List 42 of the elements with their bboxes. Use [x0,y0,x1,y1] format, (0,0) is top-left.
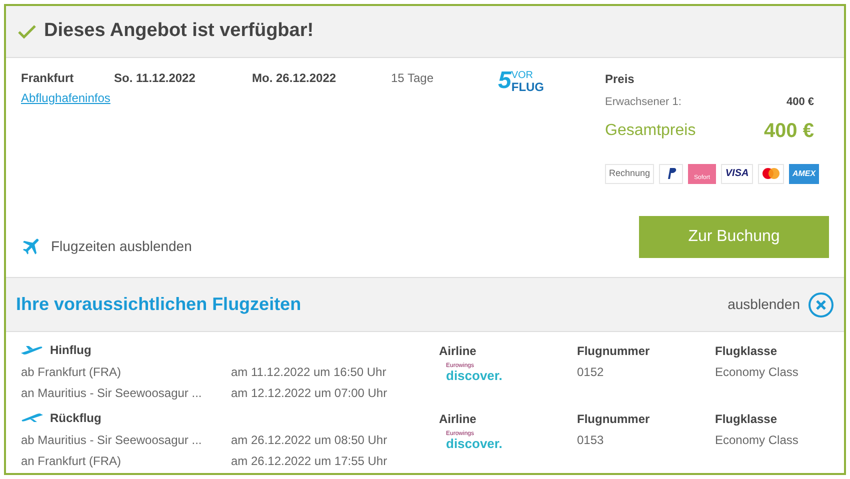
header-title: Dieses Angebot ist verfügbar! [44,19,314,44]
airline-heading: Airline [439,343,478,358]
flight-number-heading: Flugnummer [577,411,651,426]
hide-flight-times-button[interactable]: ausblenden [728,292,834,318]
flight-number: 0152 [577,364,605,381]
leg-title: Rückflug [50,410,102,427]
outbound-date: So. 11.12.2022 [114,70,196,87]
flight-class: Economy Class [715,364,798,381]
flight-class-heading: Flugklasse [715,411,778,426]
arrival-airport: an Mauritius - Sir Seewoosagur ... [21,385,203,402]
leg-title: Hinflug [50,342,92,359]
adult-label: Erwachsener 1: [605,95,682,110]
airline-heading: Airline [439,411,478,426]
amex-badge: AMEX [789,164,820,184]
flight-times-title: Ihre voraussichtlichen Flugzeiten [16,293,302,316]
check-icon [18,24,36,38]
departure-time: am 26.12.2022 um 08:50 Uhr [231,432,388,449]
invoice-payment-badge: Rechnung [605,164,654,184]
paypal-p-icon [666,167,677,180]
trip-duration: 15 Tage [391,70,434,87]
close-icon [808,292,834,318]
departure-time: am 11.12.2022 um 16:50 Uhr [231,364,388,381]
arrival-time: am 12.12.2022 um 07:00 Uhr [231,385,388,402]
toggle-flight-times-link[interactable]: Flugzeiten ausblenden [51,236,192,256]
flight-class: Economy Class [715,432,798,449]
total-label: Gesamtpreis [605,120,696,140]
departure-airport: ab Mauritius - Sir Seewoosagur ... [21,432,203,449]
flight-number: 0153 [577,432,605,449]
airplane-icon [21,345,43,355]
visa-badge: VISA [721,164,754,184]
overlapping-circles-icon [762,168,780,179]
flight-class-heading: Flugklasse [715,343,778,358]
airplane-icon [21,413,43,423]
departure-airport: Frankfurt [21,70,75,87]
adult-price: 400 € [786,95,814,110]
flight-number-heading: Flugnummer [577,343,651,358]
departure-airport: ab Frankfurt (FRA) [21,364,122,381]
arrival-airport: an Frankfurt (FRA) [21,453,122,470]
total-price: 400 € [764,118,814,144]
arrival-time: am 26.12.2022 um 17:55 Uhr [231,453,388,470]
price-heading: Preis [605,71,636,88]
return-date: Mo. 26.12.2022 [252,70,338,87]
